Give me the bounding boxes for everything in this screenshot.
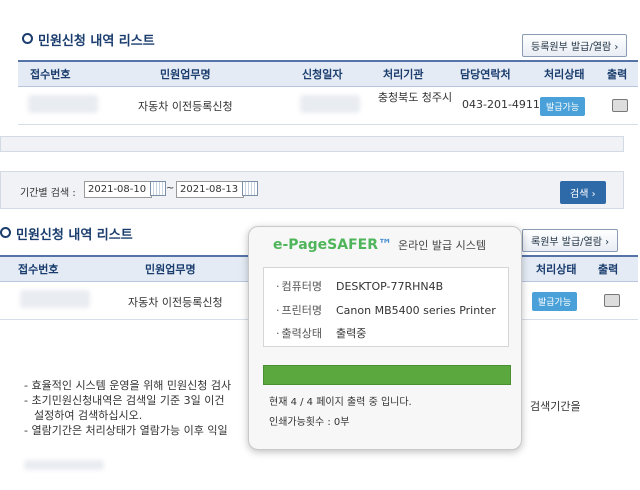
dialog-title: e-PageSAFER™ 온라인 발급 시스템 xyxy=(273,237,486,253)
printer-icon[interactable] xyxy=(604,294,620,307)
notice-line-fragment: 검색기간을 xyxy=(530,400,581,413)
notice-line: - 열람기간은 처리상태가 열람가능 이후 익일 xyxy=(24,424,228,437)
printer-icon[interactable] xyxy=(612,99,628,112)
brand-name: e-PageSAFER xyxy=(273,237,378,253)
col-receipt-no: 접수번호 xyxy=(18,263,59,276)
col-apply-date: 신청일자 xyxy=(302,68,343,81)
date-filter-label: 기간별 검색 : xyxy=(20,188,76,199)
computer-value: DESKTOP-77RHN4B xyxy=(336,280,444,293)
col-status: 처리상태 xyxy=(544,68,585,81)
col-task-name: 민원업무명 xyxy=(160,68,211,81)
row-contact: 043-201-4911 xyxy=(462,98,540,111)
notice-line: 설정하여 검색하십시오. xyxy=(34,409,143,422)
top-list-title-text: 민원신청 내역 리스트 xyxy=(38,34,155,49)
col-status: 처리상태 xyxy=(536,263,577,276)
computer-label: 컴퓨터명 xyxy=(276,278,336,294)
blurred-footer-text xyxy=(24,460,104,470)
date-range-tilde: ~ xyxy=(166,183,175,194)
col-receipt-no: 접수번호 xyxy=(30,68,71,81)
dialog-subtitle: 온라인 발급 시스템 xyxy=(397,239,486,252)
progress-track xyxy=(263,365,511,385)
print-count-text: 인쇄가능횟수 : 0부 xyxy=(269,417,350,428)
print-dialog: e-PageSAFER™ 온라인 발급 시스템 컴퓨터명DESKTOP-77RHN… xyxy=(248,226,522,450)
print-info-box: 컴퓨터명DESKTOP-77RHN4B 프린터명Canon MB5400 ser… xyxy=(263,267,509,347)
trademark-mark: ™ xyxy=(377,237,392,253)
calendar-icon[interactable] xyxy=(150,181,166,196)
circle-bullet-icon xyxy=(0,227,11,238)
pagination-bar xyxy=(0,136,624,152)
calendar-icon[interactable] xyxy=(242,181,258,196)
top-list-title: 민원신청 내역 리스트 xyxy=(22,30,155,49)
bottom-list-title-text: 민원신청 내역 리스트 xyxy=(16,228,133,243)
printer-value: Canon MB5400 series Printer xyxy=(336,304,496,317)
computer-row: 컴퓨터명DESKTOP-77RHN4B xyxy=(276,278,444,294)
col-task-name: 민원업무명 xyxy=(145,263,196,276)
col-print: 출력 xyxy=(598,263,619,276)
notice-line: - 초기민원신청내역은 검색일 기준 3일 이건 xyxy=(24,394,225,407)
col-agency: 처리기관 xyxy=(383,68,424,81)
col-contact: 담당연락처 xyxy=(460,68,511,81)
status-badge[interactable]: 발급가능 xyxy=(532,292,578,311)
status-badge[interactable]: 발급가능 xyxy=(540,97,586,116)
search-button[interactable]: 검색 › xyxy=(560,181,606,204)
notice-line: - 효율적인 시스템 운영을 위해 민원신청 검사 xyxy=(24,379,232,392)
redacted-apply-date xyxy=(300,95,360,113)
row-agency: 충청북도 청주시 xyxy=(377,91,453,104)
printer-label: 프린터명 xyxy=(276,302,336,318)
printer-row: 프린터명Canon MB5400 series Printer xyxy=(276,302,496,318)
status-row: 출력상태출력중 xyxy=(276,325,367,341)
redacted-receipt-no xyxy=(20,290,90,308)
redacted-receipt-no xyxy=(28,95,98,113)
date-to-input[interactable]: 2021-08-13 xyxy=(176,181,244,198)
bottom-list-title: 민원신청 내역 리스트 xyxy=(0,224,133,243)
date-from-input[interactable]: 2021-08-10 xyxy=(84,181,152,198)
top-issue-button[interactable]: 등록원부 발급/열람 › xyxy=(522,34,628,57)
col-print: 출력 xyxy=(607,68,628,81)
progress-bar xyxy=(263,365,511,385)
page-status-text: 현재 4 / 4 페이지 출력 중 입니다. xyxy=(269,397,412,408)
circle-bullet-icon xyxy=(22,33,33,44)
print-status-value: 출력중 xyxy=(336,327,367,340)
notice-list: - 효율적인 시스템 운영을 위해 민원신청 검사 - 초기민원신청내역은 검색… xyxy=(24,378,231,438)
row-task-name: 자동차 이전등록신청 xyxy=(138,100,233,113)
print-status-label: 출력상태 xyxy=(276,325,336,341)
row-task-name: 자동차 이전등록신청 xyxy=(128,296,223,309)
bottom-issue-button[interactable]: 록원부 발급/열람 › xyxy=(522,229,619,252)
